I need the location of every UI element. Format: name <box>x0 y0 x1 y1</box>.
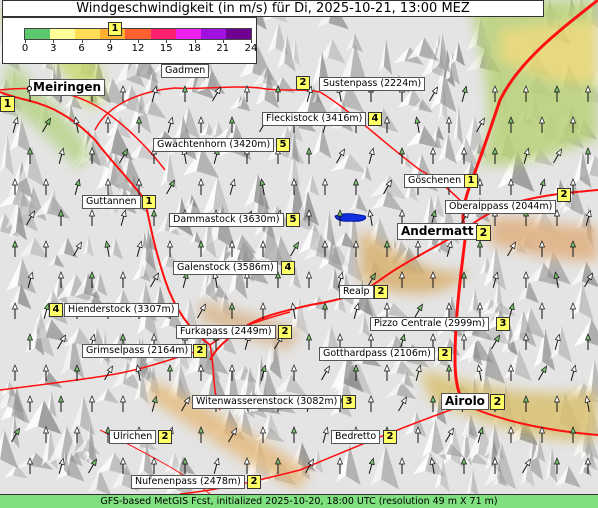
wind-speed-badge: 2 <box>383 430 397 444</box>
wind-speed-badge: 1 <box>0 96 15 112</box>
legend-swatch <box>75 29 101 39</box>
legend-swatch <box>175 29 201 39</box>
wind-speed-badge: 2 <box>247 475 261 489</box>
place-label: Grimselpass (2164m) <box>82 344 193 358</box>
wind-speed-badge: 5 <box>276 138 290 152</box>
place-label: Sustenpass (2224m) <box>319 77 426 91</box>
wind-speed-badge: 2 <box>374 285 388 299</box>
wind-speed-badge: 2 <box>490 394 505 410</box>
place-label: Realp <box>339 285 374 299</box>
legend: 0 3 6 9 12 15 18 21 24 <box>2 17 257 64</box>
map-title: Windgeschwindigkeit (in m/s) für Di, 202… <box>2 0 544 17</box>
place-label: Andermatt <box>397 223 478 240</box>
legend-tick-label: 12 <box>131 43 145 54</box>
wind-speed-badge: 2 <box>557 188 571 202</box>
place-label: Gwächtenhorn (3420m) <box>153 138 275 152</box>
legend-swatch <box>25 29 51 39</box>
place-label: Gadmen <box>161 64 210 78</box>
legend-swatch <box>150 29 176 39</box>
legend-tick-mark <box>81 39 83 43</box>
place-label: Airolo <box>441 393 489 410</box>
wind-speed-badge: 2 <box>438 347 452 361</box>
place-label: Nufenenpass (2478m) <box>131 475 245 489</box>
legend-tick-label: 9 <box>106 43 113 54</box>
legend-tick-label: 15 <box>159 43 173 54</box>
wind-speed-badge: 2 <box>158 430 172 444</box>
place-label: Dammastock (3630m) <box>169 213 284 227</box>
legend-tick-label: 18 <box>188 43 201 54</box>
legend-tick-label: 21 <box>216 43 230 54</box>
legend-tick-label: 6 <box>78 43 85 54</box>
legend-tick-label: 24 <box>244 43 258 54</box>
wind-speed-badge: 4 <box>368 112 382 126</box>
legend-tick-mark <box>251 39 252 43</box>
wind-speed-badge: 4 <box>49 303 63 317</box>
wind-speed-badge: 2 <box>193 344 207 358</box>
legend-tick-mark <box>194 39 196 43</box>
legend-tick-mark <box>109 39 111 43</box>
legend-swatch <box>225 29 251 39</box>
legend-tick-mark <box>25 39 26 43</box>
place-label: Hienderstock (3307m) <box>64 303 179 317</box>
place-label: Galenstock (3586m) <box>173 261 278 275</box>
legend-swatch <box>200 29 226 39</box>
wind-speed-badge: 3 <box>342 395 356 409</box>
wind-speed-badge: 1 <box>142 195 156 209</box>
legend-tick-mark <box>222 39 224 43</box>
place-label: Furkapass (2449m) <box>176 325 276 339</box>
place-label: Guttannen <box>82 195 141 209</box>
place-label: Göschenen <box>404 174 466 188</box>
legend-tick-label: 3 <box>50 43 57 54</box>
place-label: Meiringen <box>29 79 106 96</box>
place-label: Bedretto <box>331 430 381 444</box>
wind-speed-badge: 2 <box>296 76 310 90</box>
wind-speed-badge: 2 <box>278 325 292 339</box>
wind-speed-badge: 4 <box>281 261 295 275</box>
town-marker <box>27 86 32 91</box>
footer-credit: GFS-based MetGIS Fcst, initialized 2025-… <box>0 494 598 508</box>
place-label: Ulrichen <box>109 430 157 444</box>
wind-speed-badge: 2 <box>476 225 491 241</box>
wind-speed-badge: 1 <box>464 174 478 188</box>
place-label: Pizzo Centrale (2999m) <box>370 317 490 331</box>
legend-swatch <box>125 29 151 39</box>
place-label: Fleckistock (3416m) <box>262 112 367 126</box>
legend-swatch <box>50 29 76 39</box>
place-label: Witenwasserenstock (3082m) <box>192 395 342 409</box>
wind-map: Windgeschwindigkeit (in m/s) für Di, 202… <box>0 0 598 508</box>
legend-tick-mark <box>138 39 139 43</box>
wind-speed-badge: 1 <box>108 22 122 36</box>
legend-tick-mark <box>166 39 168 43</box>
legend-tick-mark <box>53 39 55 43</box>
wind-speed-badge: 3 <box>496 317 510 331</box>
legend-tick-label: 0 <box>21 43 29 54</box>
place-label: Gotthardpass (2106m) <box>319 347 435 361</box>
place-label: Oberalppass (2044m) <box>445 200 557 214</box>
wind-speed-badge: 5 <box>286 213 300 227</box>
